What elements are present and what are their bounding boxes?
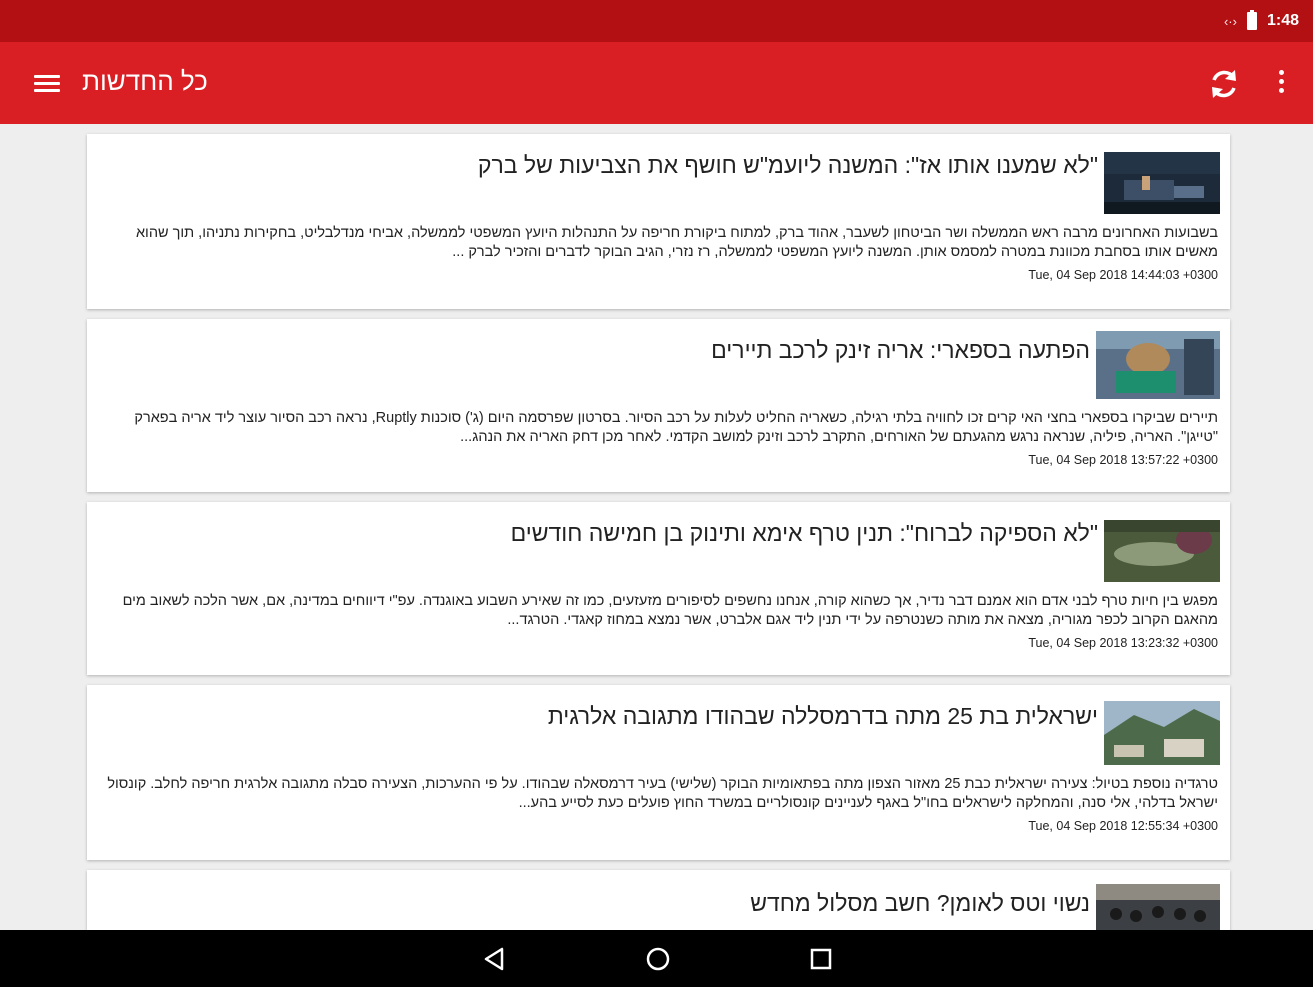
article-thumbnail bbox=[1104, 152, 1220, 214]
news-card[interactable]: ישראלית בת 25 מתה בדרמסללה שבהודו מתגובה… bbox=[87, 685, 1230, 860]
article-thumbnail bbox=[1096, 884, 1220, 930]
article-summary: בשבועות האחרונים מרבה ראש הממשלה ושר הבי… bbox=[135, 225, 1218, 260]
article-date: Tue, 04 Sep 2018 12:55:34 +0300 bbox=[1028, 819, 1218, 833]
battery-charging-icon bbox=[1246, 10, 1257, 30]
article-headline: הפתעה בספארי: אריה זינק לרכב תיירים bbox=[711, 337, 1090, 363]
home-circle-icon[interactable] bbox=[643, 944, 673, 974]
news-card[interactable]: "לא הספיקה לברוח": תנין טרף אימא ותינוק … bbox=[87, 502, 1230, 675]
article-summary: מפגש בין חיות טרף לבני אדם הוא אמנם דבר … bbox=[122, 593, 1218, 628]
article-headline: נשוי וטס לאומן? חשב מסלול מחדש bbox=[750, 890, 1090, 916]
article-headline: ישראלית בת 25 מתה בדרמסללה שבהודו מתגובה… bbox=[547, 703, 1098, 729]
news-card[interactable]: הפתעה בספארי: אריה זינק לרכב תיירים תייר… bbox=[87, 319, 1230, 492]
article-summary: טרגדיה נוספת בטיול: צעירה ישראלית כבת 25… bbox=[107, 776, 1218, 811]
navigation-bar bbox=[0, 930, 1313, 987]
article-thumbnail bbox=[1104, 520, 1220, 582]
news-list[interactable]: "לא שמענו אותו אז": המשנה ליועמ"ש חושף א… bbox=[0, 124, 1313, 930]
article-thumbnail bbox=[1104, 701, 1220, 765]
news-card[interactable]: "לא שמענו אותו אז": המשנה ליועמ"ש חושף א… bbox=[87, 134, 1230, 309]
page-title: כל החדשות bbox=[82, 66, 208, 96]
refresh-icon[interactable] bbox=[1206, 66, 1242, 102]
back-triangle-icon[interactable] bbox=[480, 944, 510, 974]
app-bar: כל החדשות bbox=[0, 42, 1313, 124]
article-date: Tue, 04 Sep 2018 13:23:32 +0300 bbox=[1028, 636, 1218, 650]
more-vertical-icon[interactable] bbox=[1272, 70, 1290, 100]
data-transfer-icon: ‹·› bbox=[1223, 13, 1237, 29]
recents-square-icon[interactable] bbox=[806, 944, 836, 974]
hamburger-menu-icon[interactable] bbox=[34, 72, 60, 94]
status-bar: ‹·› 1:48 bbox=[0, 0, 1313, 42]
news-card[interactable]: נשוי וטס לאומן? חשב מסלול מחדש bbox=[87, 870, 1230, 930]
article-date: Tue, 04 Sep 2018 14:44:03 +0300 bbox=[1028, 268, 1218, 282]
article-thumbnail bbox=[1096, 331, 1220, 399]
article-headline: "לא הספיקה לברוח": תנין טרף אימא ותינוק … bbox=[510, 520, 1098, 546]
article-date: Tue, 04 Sep 2018 13:57:22 +0300 bbox=[1028, 453, 1218, 467]
status-time: 1:48 bbox=[1266, 12, 1299, 29]
article-summary: תיירים שביקרו בספארי בחצי האי קרים זכו ל… bbox=[134, 410, 1218, 445]
article-headline: "לא שמענו אותו אז": המשנה ליועמ"ש חושף א… bbox=[477, 152, 1098, 178]
